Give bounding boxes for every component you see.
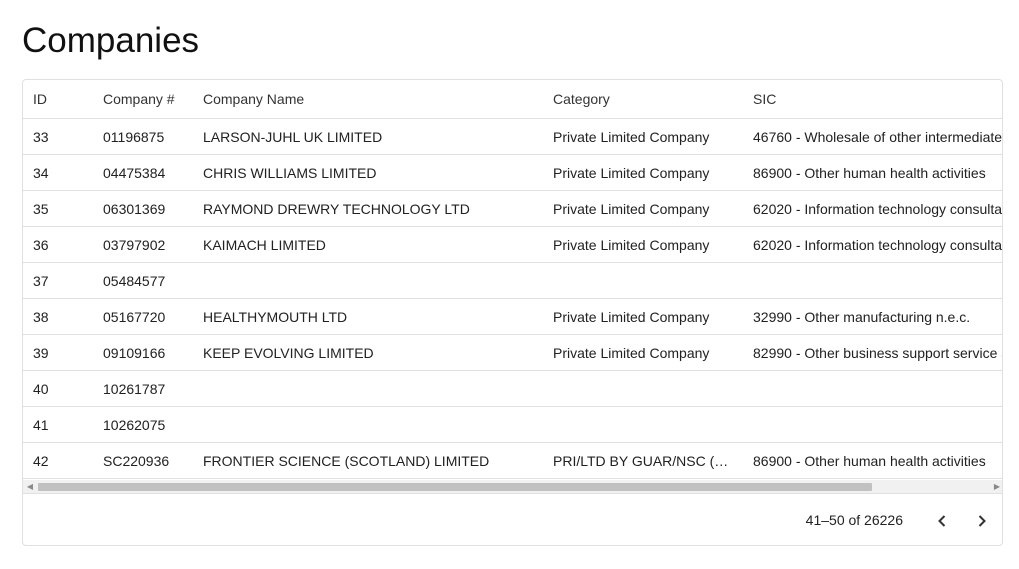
- cell-company-number: 09109166: [103, 345, 166, 361]
- cell-company-number: 04475384: [103, 165, 166, 181]
- column-header-category[interactable]: Category: [553, 80, 735, 118]
- scrollbar-thumb[interactable]: [38, 483, 872, 491]
- table-row[interactable]: 38 05167720 HEALTHYMOUTH LTD Private Limite…: [23, 299, 1002, 335]
- column-header-company-number[interactable]: Company #: [103, 80, 193, 118]
- cell-category: Private Limited Company: [553, 165, 710, 181]
- next-page-button[interactable]: [966, 505, 998, 537]
- cell-sic: [753, 371, 1002, 406]
- chevron-right-icon: [978, 515, 986, 527]
- horizontal-scrollbar[interactable]: ◀ ▶: [23, 480, 1002, 494]
- cell-company-number: 03797902: [103, 237, 166, 253]
- cell-sic: 32990 - Other manufacturing n.e.c.: [753, 309, 971, 325]
- companies-table: ID Company # Company Name Category SIC 3…: [22, 79, 1003, 546]
- table-footer: 41–50 of 26226: [23, 494, 1002, 545]
- cell-id: 41: [33, 417, 49, 433]
- cell-id: 38: [33, 309, 49, 325]
- column-header-id[interactable]: ID: [33, 80, 93, 118]
- table-body: 33 01196875 LARSON-JUHL UK LIMITED Private …: [23, 119, 1003, 479]
- cell-sic: 62020 - Information technology consultan…: [753, 237, 1003, 253]
- cell-sic: 62020 - Information technology consultan…: [753, 201, 1003, 217]
- cell-sic: 46760 - Wholesale of other intermediate …: [753, 129, 1003, 145]
- cell-id: 36: [33, 237, 49, 253]
- table-header: ID Company # Company Name Category SIC: [23, 80, 1002, 119]
- cell-company-name: KAIMACH LIMITED: [203, 237, 326, 253]
- cell-sic: [753, 407, 1002, 442]
- previous-page-button[interactable]: [926, 505, 958, 537]
- cell-company-name: HEALTHYMOUTH LTD: [203, 309, 348, 325]
- scroll-left-icon[interactable]: ◀: [23, 480, 37, 494]
- table-row[interactable]: 33 01196875 LARSON-JUHL UK LIMITED Private …: [23, 119, 1003, 155]
- table-row[interactable]: 36 03797902 KAIMACH LIMITED Private Limited…: [23, 227, 1003, 263]
- cell-company-name: LARSON-JUHL UK LIMITED: [203, 129, 383, 145]
- cell-category: Private Limited Company: [553, 309, 710, 325]
- cell-id: 39: [33, 345, 49, 361]
- cell-company-name: KEEP EVOLVING LIMITED: [203, 345, 374, 361]
- table-row[interactable]: 40 10261787: [23, 371, 1002, 407]
- cell-id: 37: [33, 273, 49, 289]
- pagination-range: 41–50 of 26226: [805, 512, 903, 528]
- cell-company-number: SC220936: [103, 453, 170, 469]
- cell-category: PRI/LTD BY GUAR/NSC (Private, limited by…: [553, 453, 735, 469]
- chevron-left-icon: [938, 515, 946, 527]
- cell-company-number: 06301369: [103, 201, 166, 217]
- column-header-sic[interactable]: SIC: [753, 80, 1002, 118]
- cell-category: Private Limited Company: [553, 345, 710, 361]
- cell-category: [553, 371, 735, 406]
- cell-category: [553, 407, 735, 442]
- page-title: Companies: [22, 21, 200, 60]
- cell-company-number: 10262075: [103, 417, 166, 433]
- table-row[interactable]: 34 04475384 CHRIS WILLIAMS LIMITED Private …: [23, 155, 1002, 191]
- table-viewport: ID Company # Company Name Category SIC 3…: [23, 80, 1003, 480]
- cell-sic: 86900 - Other human health activities: [753, 453, 986, 469]
- cell-company-number: 10261787: [103, 381, 166, 397]
- cell-company-number: 05167720: [103, 309, 166, 325]
- table-row[interactable]: 42 SC220936 FRONTIER SCIENCE (SCOTLAND) LI…: [23, 443, 1002, 479]
- cell-category: Private Limited Company: [553, 201, 710, 217]
- cell-company-number: 05484577: [103, 273, 166, 289]
- table-row[interactable]: 41 10262075: [23, 407, 1002, 443]
- table-row[interactable]: 35 06301369 RAYMOND DREWRY TECHNOLOGY LTD P…: [23, 191, 1003, 227]
- table-row[interactable]: 37 05484577: [23, 263, 1002, 299]
- cell-category: [553, 263, 735, 298]
- cell-id: 35: [33, 201, 49, 217]
- cell-sic: [753, 263, 1002, 298]
- cell-company-number: 01196875: [103, 129, 165, 145]
- column-header-company-name[interactable]: Company Name: [203, 80, 533, 118]
- cell-company-name: [203, 407, 533, 442]
- cell-id: 34: [33, 165, 49, 181]
- cell-id: 40: [33, 381, 49, 397]
- cell-company-name: FRONTIER SCIENCE (SCOTLAND) LIMITED: [203, 453, 490, 469]
- scroll-right-icon[interactable]: ▶: [990, 480, 1002, 494]
- cell-category: Private Limited Company: [553, 129, 710, 145]
- cell-sic: 86900 - Other human health activities: [753, 165, 986, 181]
- cell-company-name: [203, 371, 533, 406]
- cell-company-name: [203, 263, 533, 298]
- cell-category: Private Limited Company: [553, 237, 710, 253]
- cell-sic: 82990 - Other business support service a…: [753, 345, 1002, 361]
- table-row[interactable]: 39 09109166 KEEP EVOLVING LIMITED Private L…: [23, 335, 1002, 371]
- cell-id: 33: [33, 129, 49, 145]
- cell-id: 42: [33, 453, 49, 469]
- cell-company-name: RAYMOND DREWRY TECHNOLOGY LTD: [203, 201, 470, 217]
- cell-company-name: CHRIS WILLIAMS LIMITED: [203, 165, 377, 181]
